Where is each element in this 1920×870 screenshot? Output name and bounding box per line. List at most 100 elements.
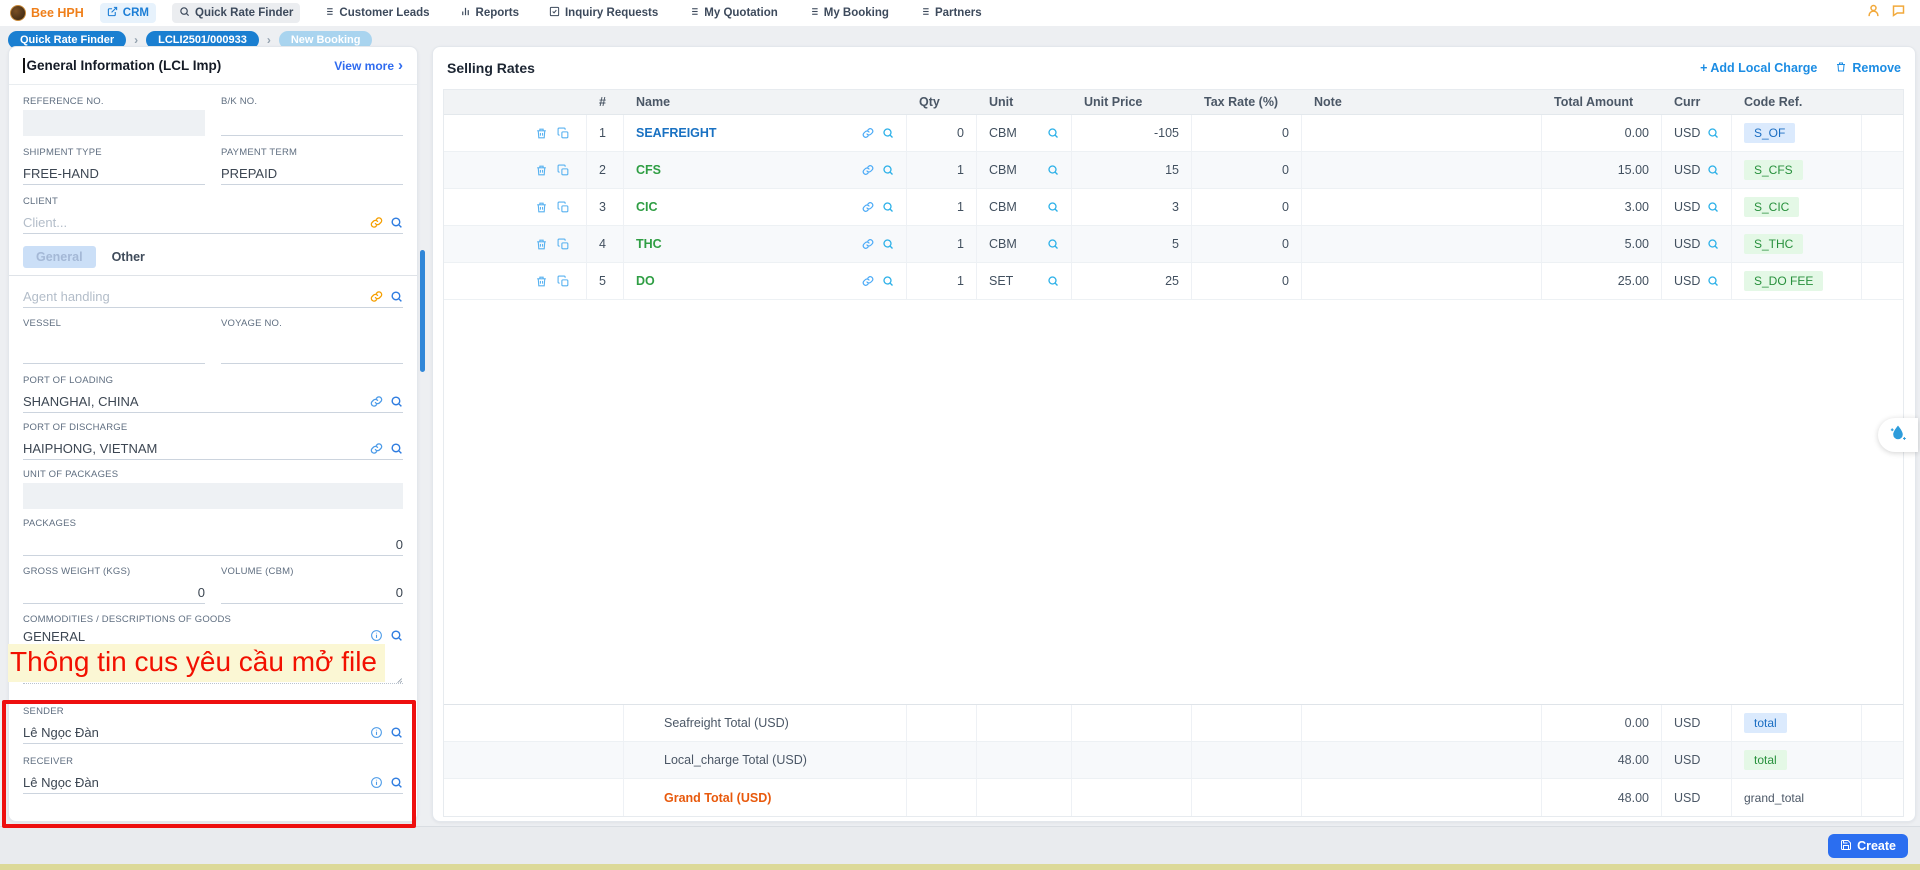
info-icon[interactable] [370, 726, 383, 739]
unit-of-packages-field[interactable] [23, 491, 403, 506]
copy-icon[interactable] [557, 164, 570, 177]
link-icon[interactable] [370, 216, 383, 229]
view-more-link[interactable]: View more› [334, 57, 403, 74]
search-icon[interactable] [1047, 201, 1059, 213]
unit-price-value[interactable]: 3 [1072, 189, 1192, 225]
gross-weight-value[interactable]: 0 [23, 585, 205, 600]
search-icon[interactable] [390, 395, 403, 408]
trash-icon[interactable] [535, 238, 548, 251]
currency-value[interactable]: USD [1674, 274, 1700, 288]
copy-icon[interactable] [557, 238, 570, 251]
currency-value[interactable]: USD [1674, 200, 1700, 214]
floating-assistant-button[interactable] [1878, 418, 1918, 452]
unit-value[interactable]: CBM [989, 163, 1017, 177]
qty-value[interactable]: 0 [907, 115, 977, 151]
copy-icon[interactable] [557, 275, 570, 288]
search-icon[interactable] [1707, 201, 1719, 213]
link-icon[interactable] [370, 442, 383, 455]
tab-general[interactable]: General [23, 246, 96, 268]
chat-icon[interactable] [1891, 3, 1906, 23]
currency-value[interactable]: USD [1674, 237, 1700, 251]
qty-value[interactable]: 1 [907, 263, 977, 299]
currency-value[interactable]: USD [1674, 163, 1700, 177]
trash-icon[interactable] [535, 127, 548, 140]
commodities-value[interactable]: GENERAL [23, 629, 363, 644]
client-field[interactable] [23, 215, 363, 230]
nav-item-my-quotation[interactable]: My Quotation [681, 3, 784, 23]
charge-name-link[interactable]: CFS [636, 163, 661, 177]
link-icon[interactable] [862, 127, 874, 139]
remove-button[interactable]: Remove [1835, 61, 1901, 76]
payment-term-value[interactable]: PREPAID [221, 166, 403, 181]
trash-icon[interactable] [535, 201, 548, 214]
brand[interactable]: Bee HPH [10, 5, 84, 21]
sender-value[interactable]: Lê Ngọc Đàn [23, 725, 363, 740]
qty-value[interactable]: 1 [907, 152, 977, 188]
unit-price-value[interactable]: 25 [1072, 263, 1192, 299]
note-value[interactable] [1302, 152, 1542, 188]
search-icon[interactable] [882, 275, 894, 287]
nav-item-crm[interactable]: CRM [100, 3, 156, 23]
charge-name-link[interactable]: CIC [636, 200, 658, 214]
person-icon[interactable] [1866, 3, 1881, 23]
link-icon[interactable] [862, 275, 874, 287]
search-icon[interactable] [882, 164, 894, 176]
nav-item-customer-leads[interactable]: Customer Leads [316, 3, 436, 23]
trash-icon[interactable] [535, 164, 548, 177]
unit-price-value[interactable]: -105 [1072, 115, 1192, 151]
copy-icon[interactable] [557, 201, 570, 214]
search-icon[interactable] [390, 216, 403, 229]
search-icon[interactable] [390, 629, 403, 642]
search-icon[interactable] [1707, 275, 1719, 287]
charge-name-link[interactable]: SEAFREIGHT [636, 126, 717, 140]
search-icon[interactable] [882, 127, 894, 139]
create-button[interactable]: Create [1828, 834, 1908, 858]
link-icon[interactable] [862, 201, 874, 213]
resize-handle-icon[interactable] [393, 671, 403, 681]
search-icon[interactable] [1707, 238, 1719, 250]
copy-icon[interactable] [557, 127, 570, 140]
nav-item-my-booking[interactable]: My Booking [801, 3, 896, 23]
qty-value[interactable]: 1 [907, 226, 977, 262]
currency-value[interactable]: USD [1674, 126, 1700, 140]
search-icon[interactable] [390, 776, 403, 789]
nav-item-reports[interactable]: Reports [453, 3, 526, 23]
charge-name-link[interactable]: THC [636, 237, 662, 251]
tax-rate-value[interactable]: 0 [1192, 263, 1302, 299]
search-icon[interactable] [1707, 127, 1719, 139]
qty-value[interactable]: 1 [907, 189, 977, 225]
unit-value[interactable]: CBM [989, 126, 1017, 140]
search-icon[interactable] [1047, 127, 1059, 139]
tax-rate-value[interactable]: 0 [1192, 152, 1302, 188]
note-value[interactable] [1302, 226, 1542, 262]
info-icon[interactable] [370, 629, 383, 642]
tab-other[interactable]: Other [112, 250, 145, 264]
receiver-value[interactable]: Lê Ngọc Đàn [23, 775, 363, 790]
tax-rate-value[interactable]: 0 [1192, 189, 1302, 225]
add-local-charge-button[interactable]: + Add Local Charge [1700, 61, 1817, 75]
nav-item-inquiry-requests[interactable]: Inquiry Requests [542, 3, 665, 23]
unit-price-value[interactable]: 5 [1072, 226, 1192, 262]
link-icon[interactable] [370, 290, 383, 303]
nav-item-quick-rate-finder[interactable]: Quick Rate Finder [172, 3, 300, 23]
tax-rate-value[interactable]: 0 [1192, 115, 1302, 151]
shipment-type-value[interactable]: FREE-HAND [23, 166, 205, 181]
search-icon[interactable] [882, 201, 894, 213]
port-of-loading-value[interactable]: SHANGHAI, CHINA [23, 394, 363, 409]
volume-value[interactable]: 0 [221, 585, 403, 600]
scrollbar-thumb[interactable] [420, 250, 425, 372]
note-value[interactable] [1302, 263, 1542, 299]
search-icon[interactable] [390, 442, 403, 455]
link-icon[interactable] [862, 238, 874, 250]
reference-no-field[interactable] [23, 118, 205, 133]
info-icon[interactable] [370, 776, 383, 789]
note-value[interactable] [1302, 189, 1542, 225]
unit-value[interactable]: CBM [989, 237, 1017, 251]
note-value[interactable] [1302, 115, 1542, 151]
tax-rate-value[interactable]: 0 [1192, 226, 1302, 262]
link-icon[interactable] [862, 164, 874, 176]
trash-icon[interactable] [535, 275, 548, 288]
search-icon[interactable] [390, 726, 403, 739]
bk-no-field[interactable] [221, 117, 403, 132]
link-icon[interactable] [370, 395, 383, 408]
